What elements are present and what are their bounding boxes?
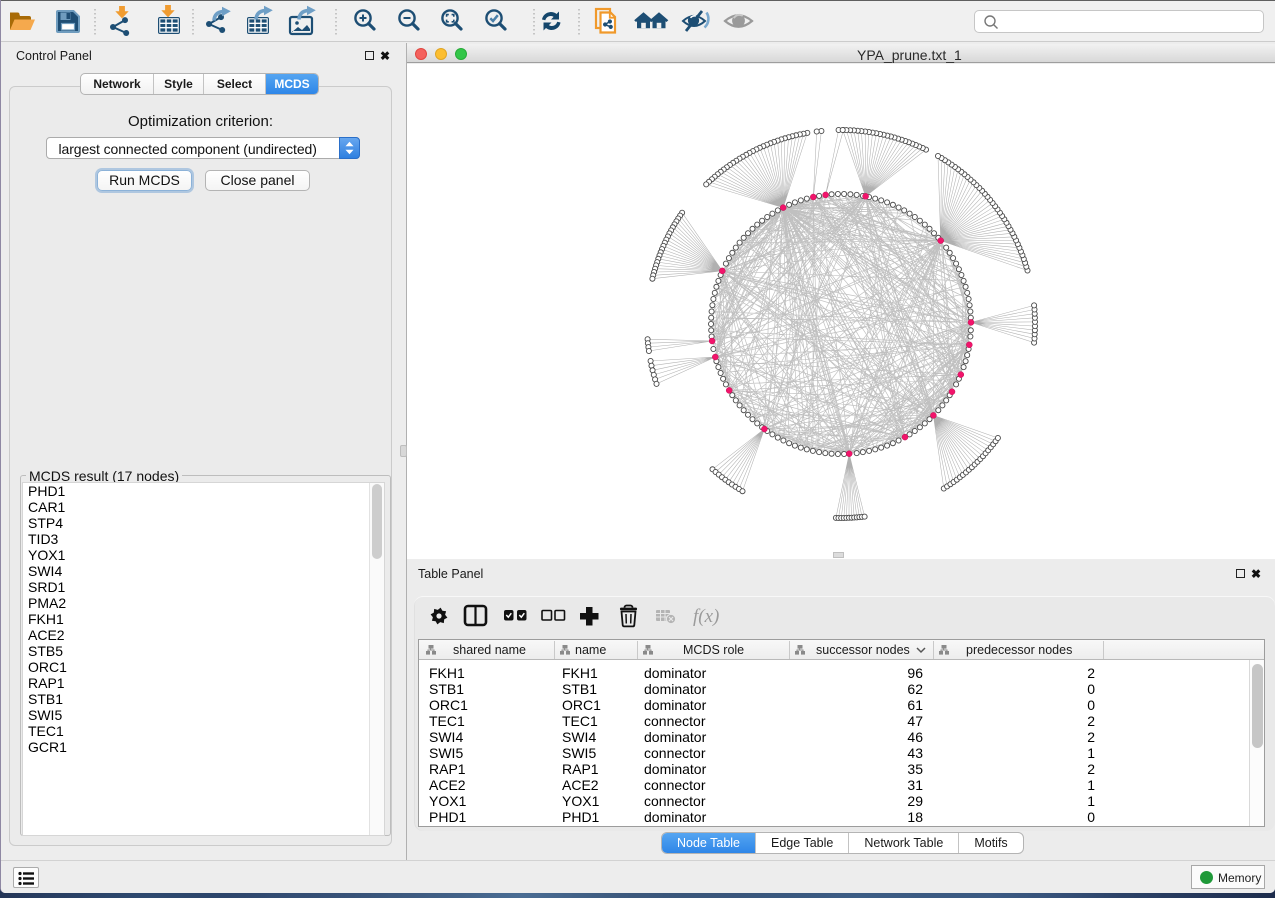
svg-text:f(x): f(x)	[693, 606, 719, 627]
